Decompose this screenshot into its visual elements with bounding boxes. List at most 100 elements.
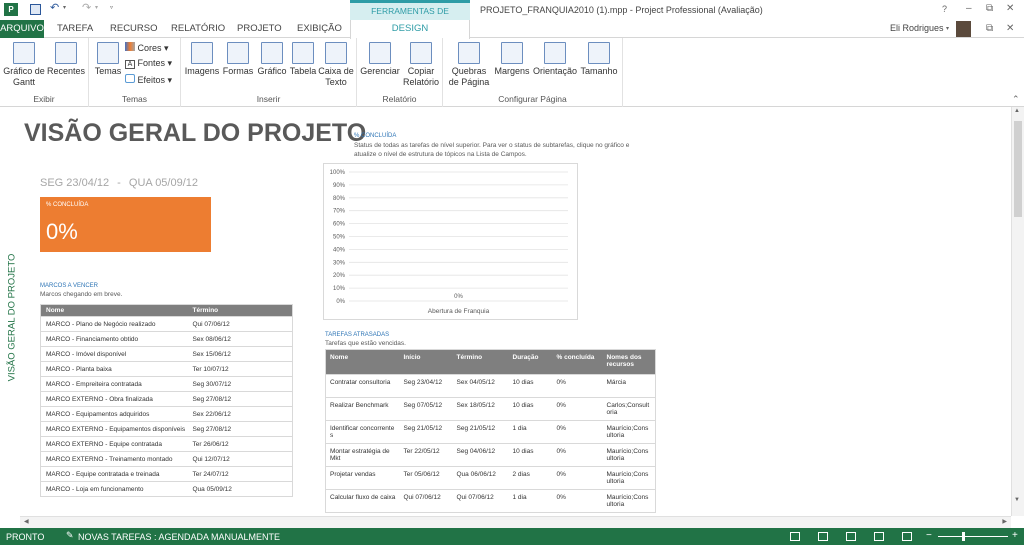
minimize-button[interactable]: – [966,3,972,14]
shapes-label: Formas [222,66,254,76]
save-icon[interactable] [30,4,41,15]
tab-recurso[interactable]: RECURSO [110,23,158,34]
orientation-button[interactable]: Orientação [532,42,578,77]
colors-button[interactable]: Cores ▾ [125,42,169,54]
milestone-row: MARCO - Equipamentos adquiridos Sex 22/06… [40,406,293,422]
horizontal-scrollbar[interactable]: ◀ ▶ [20,516,1011,528]
ribbon-display-icon[interactable]: ⧉ [986,23,993,34]
milestone-finish: Seg 30/07/12 [192,380,232,388]
scroll-right-icon[interactable]: ▶ [1002,518,1007,525]
late-task-start: Seg 21/05/12 [403,425,443,432]
scroll-down-icon[interactable]: ▼ [1014,497,1020,503]
copy-report-button[interactable]: Copiar Relatório [401,42,441,88]
undo-icon[interactable]: ↶ [50,1,59,14]
page-breaks-button[interactable]: Quebras de Página [447,42,491,88]
shapes-icon [227,42,249,64]
tab-tarefa[interactable]: TAREFA [57,23,93,34]
gantt-chart-label: Gráfico de Gantt [3,66,45,87]
size-button[interactable]: Tamanho [579,42,619,77]
tab-projeto[interactable]: PROJETO [237,23,282,34]
end-date: QUA 05/09/12 [128,177,199,189]
scroll-left-icon[interactable]: ◀ [24,518,29,525]
zoom-in-icon[interactable]: + [1012,530,1018,541]
group-label-configurar: Configurar Página [498,94,567,104]
milestones-header-row: Nome Término [40,304,293,317]
chart-y-tick-label: 30% [333,260,346,266]
copy-report-icon [410,42,432,64]
shapes-button[interactable]: Formas [221,42,255,77]
images-button[interactable]: Imagens [184,42,220,77]
close-button[interactable]: ✕ [1006,3,1014,14]
customize-qat-icon[interactable]: ▿ [110,4,113,11]
restore-button[interactable]: ⧉ [986,3,993,14]
milestone-row: MARCO EXTERNO - Equipamentos disponíveis… [40,421,293,437]
milestones-header-name: Nome [46,307,65,314]
manage-button[interactable]: Gerenciar [360,42,400,77]
tab-exibicao[interactable]: EXIBIÇÃO [297,23,342,34]
undo-dropdown-icon[interactable]: ▾ [63,4,66,11]
fonts-button[interactable]: A Fontes ▾ [125,58,172,69]
late-header-duration: Duração [512,354,539,361]
user-name[interactable]: Eli Rodrigues [890,23,944,33]
zoom-out-icon[interactable]: − [926,530,932,541]
textbox-icon [325,42,347,64]
late-task-duration: 1 dia [512,494,527,501]
view-icon-team-planner[interactable] [846,532,856,541]
effects-label: Efeitos [137,75,166,85]
ribbon-close-icon[interactable]: ✕ [1006,23,1014,34]
milestones-header-finish: Término [192,307,219,314]
status-bar: PRONTO ✎ NOVAS TAREFAS : AGENDADA MANUAL… [0,528,1024,545]
late-task-percent: 0% [556,379,566,386]
chart-category-label: Abertura de Franquia [428,308,490,315]
late-task-finish: Sex 18/05/12 [456,402,495,409]
task-mode[interactable]: NOVAS TAREFAS : AGENDADA MANUALMENTE [78,532,280,542]
late-task-resources: Maurício;Consultoria [606,425,649,439]
themes-button[interactable]: Temas [93,42,123,77]
chart-data-label: 0% [454,294,463,300]
size-label: Tamanho [580,66,618,76]
view-icon-gantt[interactable] [790,532,800,541]
margins-button[interactable]: Margens [493,42,531,77]
tab-arquivo[interactable]: ARQUIVO [0,20,44,38]
app-icon[interactable]: P [4,3,18,16]
late-task-name: Montar estratégia de Mkt [330,448,390,462]
late-task-finish: Qua 06/06/12 [456,471,496,478]
help-button[interactable]: ? [942,4,947,14]
tab-design[interactable]: DESIGN [350,20,470,39]
milestone-row: MARCO - Planta baixa Ter 10/07/12 [40,361,293,377]
milestone-name: MARCO - Planta baixa [46,365,112,373]
milestone-row: MARCO - Imóvel disponível Sex 15/06/12 [40,346,293,362]
redo-dropdown-icon[interactable]: ▾ [95,4,98,11]
images-icon [191,42,213,64]
view-icon-resource-sheet[interactable] [874,532,884,541]
milestones-subtitle: Marcos chegando em breve. [40,291,123,298]
table-button[interactable]: Tabela [288,42,318,77]
textbox-button[interactable]: Caixa de Texto [318,42,354,88]
milestone-name: MARCO - Plano de Negócio realizado [46,320,156,328]
collapse-ribbon-icon[interactable]: ⌃ [1012,94,1020,105]
milestones-table: Nome Término MARCO - Plano de Negócio re… [40,304,293,497]
percent-complete-chart[interactable]: 100% 90% 80% 70% 60% 50% 40% 30% 20% 10% 0% 0% Abert… [323,163,578,320]
effects-button[interactable]: Efeitos ▾ [125,74,172,86]
late-task-finish: Qui 07/06/12 [456,494,494,501]
recent-button[interactable]: Recentes [46,42,86,77]
redo-icon[interactable]: ↷ [82,1,91,14]
tab-relatorio[interactable]: RELATÓRIO [171,23,225,34]
avatar[interactable] [956,21,971,37]
group-inserir: Imagens Formas Gráfico Tabela Caixa de T… [181,38,357,107]
view-icon-report[interactable] [902,532,912,541]
chart-y-tick-label: 40% [333,247,346,253]
zoom-slider[interactable] [938,536,1008,537]
chart-y-tick-label: 100% [330,170,346,176]
chart-button[interactable]: Gráfico [256,42,288,77]
late-task-percent: 0% [556,425,566,432]
vertical-scrollbar[interactable]: ▲ ▼ [1011,107,1024,516]
view-icon-task-usage[interactable] [818,532,828,541]
milestone-name: MARCO EXTERNO - Equipe contratada [46,440,162,448]
late-task-duration: 10 dias [512,448,534,455]
user-dropdown-icon[interactable]: ▾ [946,25,949,32]
gantt-chart-button[interactable]: Gráfico de Gantt [3,42,45,88]
zoom-slider-thumb[interactable] [962,532,965,541]
vertical-scroll-thumb[interactable] [1014,121,1022,217]
scroll-up-icon[interactable]: ▲ [1014,108,1020,114]
